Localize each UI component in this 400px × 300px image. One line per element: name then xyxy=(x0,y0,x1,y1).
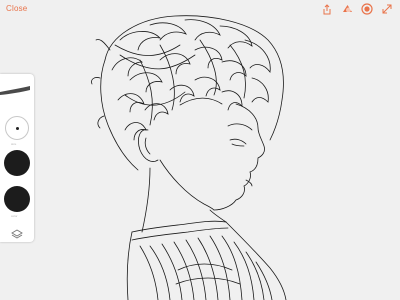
color-swatch-secondary[interactable] xyxy=(4,186,30,212)
expand-icon[interactable] xyxy=(380,2,394,16)
layers-color-icon[interactable] xyxy=(340,2,354,16)
top-toolbar xyxy=(320,2,394,16)
top-bar: Close xyxy=(0,0,400,18)
color-swatch-primary[interactable] xyxy=(4,150,30,176)
brush-size-button[interactable] xyxy=(5,116,29,140)
swatch-label: color xyxy=(11,214,18,218)
layers-icon[interactable] xyxy=(10,226,24,239)
brush-preview-icon[interactable] xyxy=(0,84,30,98)
close-button[interactable]: Close xyxy=(6,4,27,13)
settings-icon[interactable] xyxy=(360,2,374,16)
size-label: size xyxy=(11,142,17,146)
tool-panel: size color xyxy=(0,74,34,242)
share-icon[interactable] xyxy=(320,2,334,16)
sketch-artwork xyxy=(91,15,287,300)
drawing-canvas[interactable] xyxy=(0,0,400,300)
brush-size-dot xyxy=(15,126,19,130)
